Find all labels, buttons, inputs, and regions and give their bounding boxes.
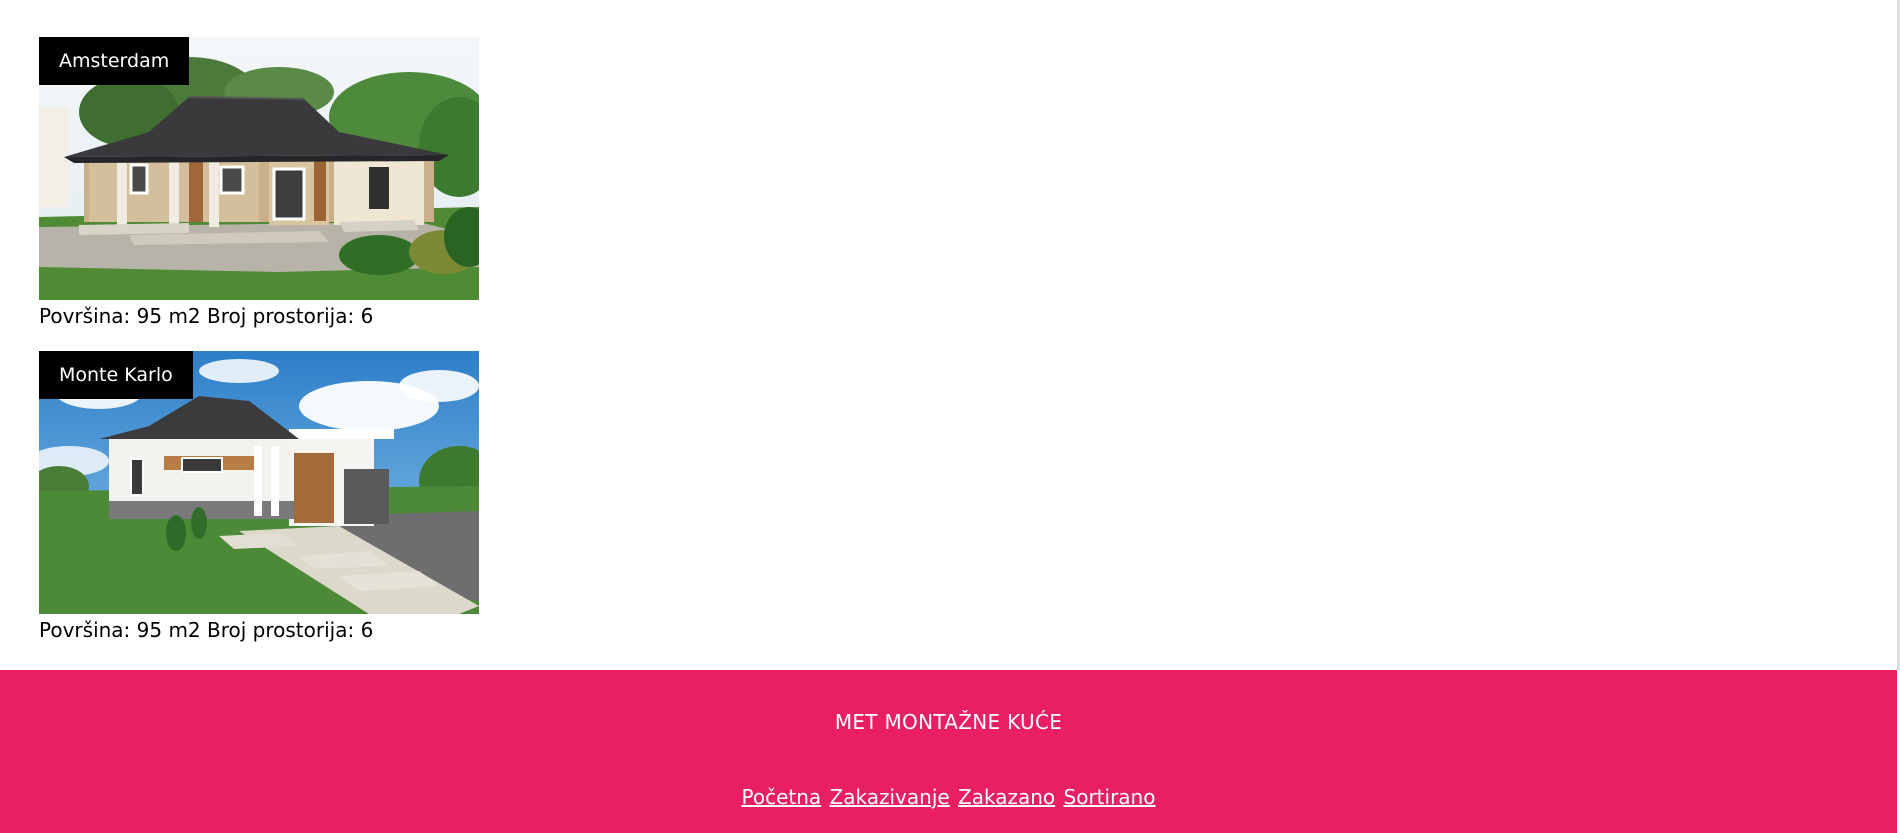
nav-link-pocetna[interactable]: Početna <box>742 785 822 809</box>
page: Amsterdam Površina: 95 m2 Broj prostorij… <box>0 0 1900 833</box>
nav-link-zakazano[interactable]: Zakazano <box>958 785 1055 809</box>
house-card[interactable]: Amsterdam Površina: 95 m2 Broj prostorij… <box>39 37 479 329</box>
house-details: Površina: 95 m2 Broj prostorija: 6 <box>39 304 374 328</box>
house-image[interactable]: Amsterdam <box>39 37 479 300</box>
nav-link-zakazivanje[interactable]: Zakazivanje <box>830 785 950 809</box>
house-card[interactable]: Monte Karlo Površina: 95 m2 Broj prostor… <box>39 351 479 643</box>
footer-nav: Početna Zakazivanje Zakazano Sortirano <box>0 785 1897 809</box>
footer-brand: MET MONTAŽNE KUĆE <box>834 710 1063 734</box>
house-image[interactable]: Monte Karlo <box>39 351 479 614</box>
nav-link-sortirano[interactable]: Sortirano <box>1064 785 1156 809</box>
house-name-label: Amsterdam <box>39 37 190 85</box>
site-footer: MET MONTAŽNE KUĆE Početna Zakazivanje Za… <box>0 670 1897 833</box>
house-details: Površina: 95 m2 Broj prostorija: 6 <box>39 618 374 642</box>
house-listing: Amsterdam Površina: 95 m2 Broj prostorij… <box>39 37 479 643</box>
house-name-label: Monte Karlo <box>39 351 193 399</box>
